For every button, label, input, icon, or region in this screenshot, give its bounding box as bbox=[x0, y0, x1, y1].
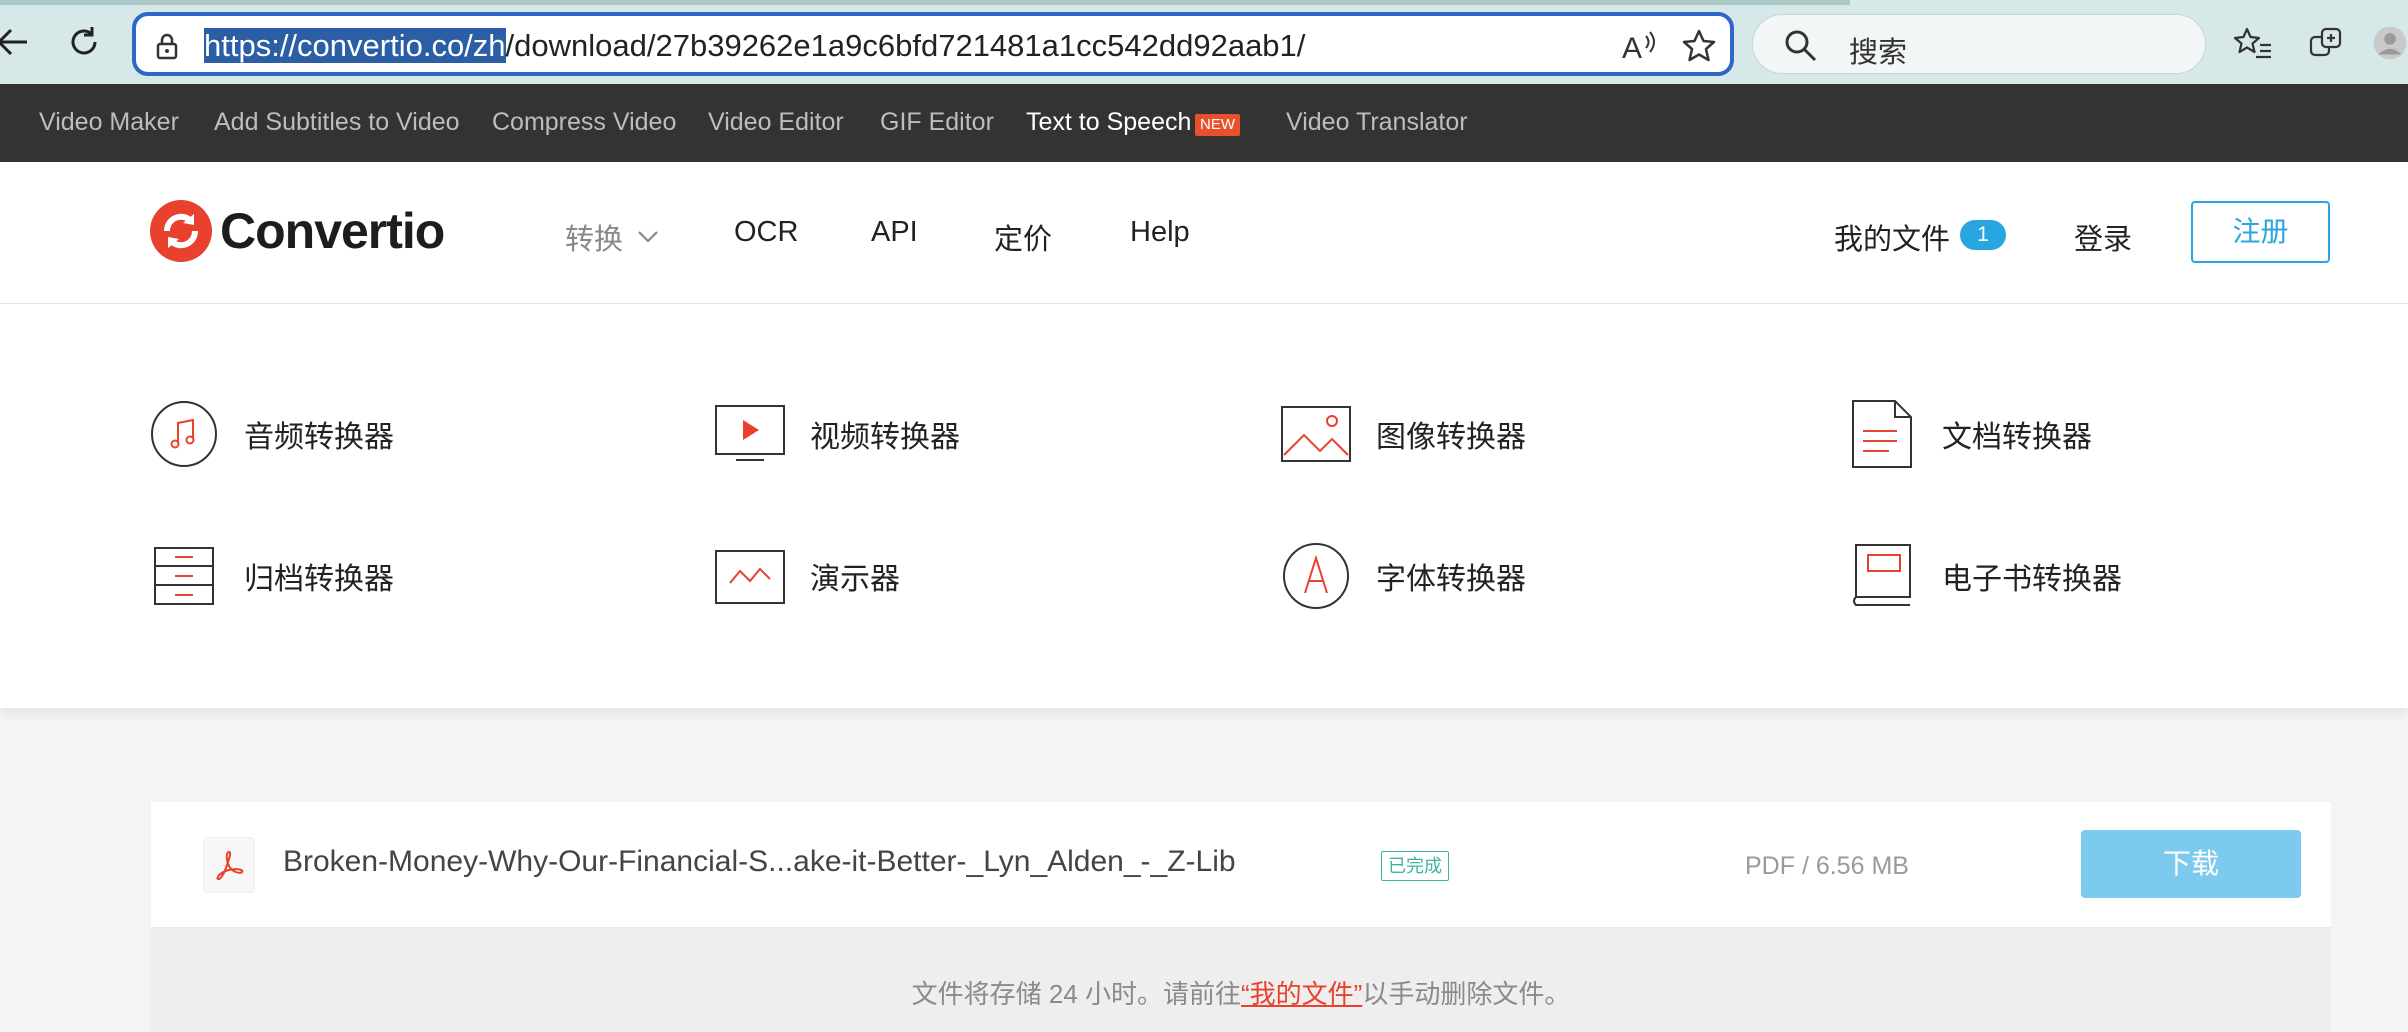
pdf-file-icon bbox=[203, 837, 255, 893]
chevron-down-icon bbox=[638, 231, 658, 243]
browser-search-box[interactable]: 搜索 bbox=[1752, 14, 2206, 74]
font-icon bbox=[1278, 538, 1354, 614]
promo-link-video-maker[interactable]: Video Maker bbox=[39, 108, 179, 137]
menu-convert-dropdown[interactable]: 转换 bbox=[565, 216, 659, 258]
lock-icon[interactable] bbox=[154, 32, 180, 65]
storage-note: 文件将存储 24 小时。请前往“我的文件”以手动删除文件。 bbox=[151, 974, 2331, 1011]
audio-icon bbox=[146, 396, 222, 472]
category-label: 归档转换器 bbox=[244, 563, 394, 596]
presentation-icon bbox=[712, 538, 788, 614]
category-label: 视频转换器 bbox=[810, 421, 960, 454]
my-files-link[interactable]: 我的文件 bbox=[1834, 216, 1950, 258]
favorites-list-icon[interactable] bbox=[2232, 22, 2274, 64]
signup-button[interactable]: 注册 bbox=[2191, 201, 2330, 263]
reload-icon[interactable] bbox=[64, 22, 104, 62]
new-badge: NEW bbox=[1195, 114, 1240, 136]
document-icon bbox=[1844, 396, 1920, 472]
promo-link-text-to-speech[interactable]: Text to Speech bbox=[1026, 108, 1191, 137]
convertio-logo[interactable]: Convertio bbox=[150, 200, 445, 262]
logo-text: Convertio bbox=[220, 203, 445, 259]
category-image[interactable]: 图像转换器 bbox=[1278, 396, 1526, 472]
my-files-count-badge: 1 bbox=[1960, 220, 2006, 250]
menu-pricing[interactable]: 定价 bbox=[994, 216, 1052, 258]
site-header: Convertio 转换 OCR API 定价 Help 我的文件 1 登录 注… bbox=[0, 162, 2408, 304]
my-files-inline-link[interactable]: “我的文件” bbox=[1241, 979, 1362, 1009]
storage-note-text-end: 以手动删除文件。 bbox=[1362, 979, 1571, 1009]
browser-toolbar: https://convertio.co/zh/download/27b3926… bbox=[0, 0, 2408, 84]
video-icon bbox=[712, 396, 788, 472]
category-label: 音频转换器 bbox=[244, 421, 394, 454]
menu-ocr[interactable]: OCR bbox=[734, 216, 798, 249]
favorite-star-icon[interactable] bbox=[1680, 28, 1718, 69]
promo-link-compress-video[interactable]: Compress Video bbox=[492, 108, 676, 137]
collections-icon[interactable] bbox=[2306, 22, 2348, 64]
category-video[interactable]: 视频转换器 bbox=[712, 396, 960, 472]
search-placeholder: 搜索 bbox=[1849, 37, 1908, 69]
promo-link-video-translator[interactable]: Video Translator bbox=[1286, 108, 1468, 137]
category-label: 文档转换器 bbox=[1942, 421, 2092, 454]
menu-help[interactable]: Help bbox=[1130, 216, 1190, 249]
file-row: Broken-Money-Why-Our-Financial-S...ake-i… bbox=[151, 802, 2331, 928]
category-font[interactable]: 字体转换器 bbox=[1278, 538, 1526, 614]
promo-link-gif-editor[interactable]: GIF Editor bbox=[880, 108, 994, 137]
file-name: Broken-Money-Why-Our-Financial-S...ake-i… bbox=[283, 845, 1236, 878]
converter-categories-menu: 音频转换器 视频转换器 图像转换器 文档转换器 归档转换器 演示器 字体转换器 … bbox=[0, 304, 2408, 708]
url-rest-part: /download/27b39262e1a9c6bfd721481a1cc542… bbox=[505, 28, 1306, 63]
read-aloud-icon[interactable]: A bbox=[1620, 28, 1658, 69]
download-button[interactable]: 下载 bbox=[2081, 830, 2301, 898]
address-bar[interactable]: https://convertio.co/zh/download/27b3926… bbox=[132, 12, 1734, 76]
storage-notice-area: 文件将存储 24 小时。请前往“我的文件”以手动删除文件。 bbox=[151, 928, 2331, 1032]
browser-tab-strip-edge bbox=[0, 0, 1850, 5]
promo-nav-bar: Video Maker Add Subtitles to Video Compr… bbox=[0, 84, 2408, 162]
search-icon bbox=[1783, 28, 1819, 69]
status-badge: 已完成 bbox=[1381, 851, 1449, 881]
category-document[interactable]: 文档转换器 bbox=[1844, 396, 2092, 472]
ebook-icon bbox=[1844, 538, 1920, 614]
menu-convert-label: 转换 bbox=[565, 224, 624, 256]
menu-api[interactable]: API bbox=[871, 216, 918, 249]
category-presentation[interactable]: 演示器 bbox=[712, 538, 900, 614]
svg-text:A: A bbox=[1622, 32, 1642, 64]
category-audio[interactable]: 音频转换器 bbox=[146, 396, 394, 472]
convertio-logo-icon bbox=[150, 200, 212, 262]
promo-link-video-editor[interactable]: Video Editor bbox=[708, 108, 844, 137]
promo-link-add-subtitles[interactable]: Add Subtitles to Video bbox=[214, 108, 460, 137]
image-icon bbox=[1278, 396, 1354, 472]
category-label: 字体转换器 bbox=[1376, 563, 1526, 596]
file-type-size: PDF / 6.56 MB bbox=[1745, 852, 1909, 880]
category-label: 演示器 bbox=[810, 563, 900, 596]
url-text[interactable]: https://convertio.co/zh/download/27b3926… bbox=[204, 28, 1305, 64]
category-ebook[interactable]: 电子书转换器 bbox=[1844, 538, 2122, 614]
back-icon[interactable] bbox=[0, 22, 32, 62]
profile-avatar-icon[interactable] bbox=[2372, 22, 2408, 64]
category-archive[interactable]: 归档转换器 bbox=[146, 538, 394, 614]
archive-icon bbox=[146, 538, 222, 614]
url-selected-part: https://convertio.co/zh bbox=[204, 28, 506, 63]
login-link[interactable]: 登录 bbox=[2074, 216, 2132, 258]
storage-note-text: 文件将存储 24 小时。请前往 bbox=[911, 979, 1242, 1009]
category-label: 电子书转换器 bbox=[1942, 563, 2122, 596]
category-label: 图像转换器 bbox=[1376, 421, 1526, 454]
